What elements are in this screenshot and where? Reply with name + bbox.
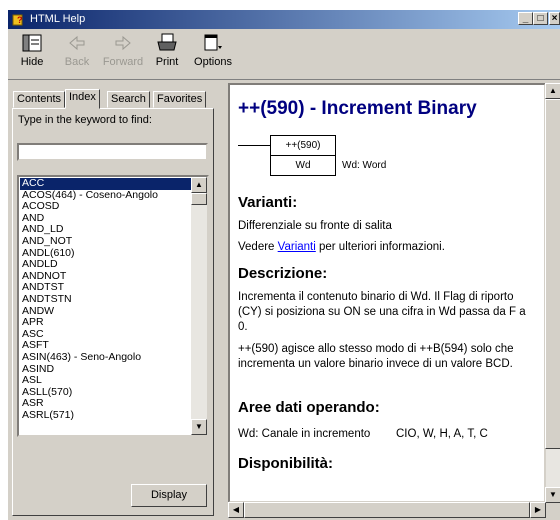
tab-favorites-label: Favorites xyxy=(157,93,203,105)
index-list-item[interactable]: ASIN(463) - Seno-Angolo xyxy=(20,352,192,364)
tab-contents[interactable]: Contents xyxy=(13,91,66,108)
descrizione-heading: Descrizione: xyxy=(238,265,328,282)
index-list-item[interactable]: ACC xyxy=(20,178,192,190)
varianti-line1: Differenziale su fronte di salita xyxy=(238,220,392,232)
title-bar[interactable]: ? HTML Help _ □ × xyxy=(8,10,560,29)
varianti-line2: Vedere Varianti per ulteriori informazio… xyxy=(238,240,538,255)
index-list-item[interactable]: ACOSD xyxy=(20,201,192,213)
index-list-item[interactable]: ANDL(610) xyxy=(20,248,192,260)
content-scroll-down-button[interactable]: ▼ xyxy=(545,487,560,503)
index-list-item[interactable]: ASLL(570) xyxy=(20,387,192,399)
forward-arrow-icon xyxy=(115,35,131,51)
tab-index[interactable]: Index xyxy=(65,89,100,109)
index-list-item[interactable]: ANDTST xyxy=(20,282,192,294)
forward-label: Forward xyxy=(102,56,144,68)
hide-label: Hide xyxy=(20,56,44,68)
content-horizontal-scrollbar[interactable]: ◀ ▶ xyxy=(228,502,546,518)
content-scroll-up-button[interactable]: ▲ xyxy=(545,83,560,99)
topic-title: ++(590) - Increment Binary xyxy=(238,98,477,119)
varianti-heading: Varianti: xyxy=(238,194,298,211)
display-button[interactable]: Display xyxy=(131,484,207,507)
back-button[interactable]: Back xyxy=(55,32,99,68)
content-scroll-right-button[interactable]: ▶ xyxy=(530,502,546,518)
hide-button[interactable]: Hide xyxy=(10,32,54,68)
aree-row: Wd: Canale in incremento CIO, W, H, A, T… xyxy=(238,427,538,442)
diagram-operand-note: Wd: Word xyxy=(342,160,387,171)
content-vertical-scrollbar[interactable]: ▲ ▼ xyxy=(545,83,560,503)
maximize-button[interactable]: □ xyxy=(533,12,548,25)
content-scroll-left-button[interactable]: ◀ xyxy=(228,502,244,518)
index-list-item[interactable]: AND xyxy=(20,213,192,225)
print-label: Print xyxy=(155,56,179,68)
hide-icon xyxy=(22,34,42,52)
index-list-item[interactable]: APR xyxy=(20,317,192,329)
varianti-pre: Vedere xyxy=(238,241,278,253)
keyword-input[interactable] xyxy=(17,143,208,161)
back-arrow-icon xyxy=(69,35,85,51)
print-button[interactable]: Print xyxy=(145,32,189,68)
disponibilita-heading: Disponibilità: xyxy=(238,455,333,472)
index-list-item[interactable]: AND_NOT xyxy=(20,236,192,248)
options-button[interactable]: Options xyxy=(188,32,238,68)
index-list-item[interactable]: ASFT xyxy=(20,340,192,352)
options-icon xyxy=(204,34,222,51)
descrizione-paragraph2: ++(590) agisce allo stesso modo di ++B(5… xyxy=(238,343,514,370)
aree-heading: Aree dati operando: xyxy=(238,399,380,416)
back-label: Back xyxy=(64,56,90,68)
options-label: Options xyxy=(194,56,232,68)
topic-content: ++(590) - Increment Binary ++(590) Wd Wd… xyxy=(228,83,546,503)
index-list-item[interactable]: ANDTSTN xyxy=(20,294,192,306)
aree-value: CIO, W, H, A, T, C xyxy=(396,428,488,440)
toolbar: Hide Back Forward Print Options xyxy=(8,29,560,80)
index-list-item[interactable]: ASL xyxy=(20,375,192,387)
tab-search-label: Search xyxy=(111,93,146,105)
tab-index-label: Index xyxy=(69,91,96,103)
content-scroll-thumb[interactable] xyxy=(545,99,560,449)
scroll-thumb[interactable] xyxy=(191,193,207,205)
index-list-item[interactable]: ASIND xyxy=(20,364,192,376)
aree-label: Wd: Canale in incremento xyxy=(238,428,371,440)
diagram-box-bottom: Wd xyxy=(270,155,336,176)
index-list-item[interactable]: AND_LD xyxy=(20,224,192,236)
index-list-item[interactable]: ASR xyxy=(20,398,192,410)
forward-button[interactable]: Forward xyxy=(101,32,145,68)
diagram-input-line xyxy=(238,145,270,146)
index-list-item[interactable]: ANDNOT xyxy=(20,271,192,283)
minimize-button[interactable]: _ xyxy=(518,12,533,25)
tab-search[interactable]: Search xyxy=(107,91,150,108)
help-app-icon: ? xyxy=(12,14,23,26)
printer-icon xyxy=(157,33,177,51)
index-list-item[interactable]: ASRL(571) xyxy=(20,410,192,422)
content-hscroll-thumb[interactable] xyxy=(244,502,530,518)
index-list-item[interactable]: ANDW xyxy=(20,306,192,318)
scroll-up-button[interactable]: ▲ xyxy=(191,177,207,193)
varianti-link[interactable]: Varianti xyxy=(278,241,316,253)
close-button[interactable]: × xyxy=(549,12,560,25)
index-list-item[interactable]: ANDLD xyxy=(20,259,192,271)
varianti-post: per ulteriori informazioni. xyxy=(315,241,445,253)
diagram-box-top: ++(590) xyxy=(270,135,336,156)
window-title: HTML Help xyxy=(30,13,86,25)
keyword-label: Type in the keyword to find: xyxy=(18,114,152,126)
tab-favorites[interactable]: Favorites xyxy=(153,91,207,108)
index-list-item[interactable]: ACOS(464) - Coseno-Angolo xyxy=(20,190,192,202)
index-list[interactable]: ACC ACOS(464) - Coseno-Angolo ACOSD AND AND_… xyxy=(17,175,209,437)
index-list-item[interactable]: ASC xyxy=(20,329,192,341)
descrizione-paragraph1: Incrementa il contenuto binario di Wd. I… xyxy=(238,291,526,333)
svg-text:?: ? xyxy=(17,15,23,25)
scroll-down-button[interactable]: ▼ xyxy=(191,419,207,435)
index-list-items: ACC ACOS(464) - Coseno-Angolo ACOSD AND AND_… xyxy=(20,178,192,421)
tab-contents-label: Contents xyxy=(17,93,62,105)
index-list-scrollbar[interactable]: ▲ ▼ xyxy=(191,177,207,435)
